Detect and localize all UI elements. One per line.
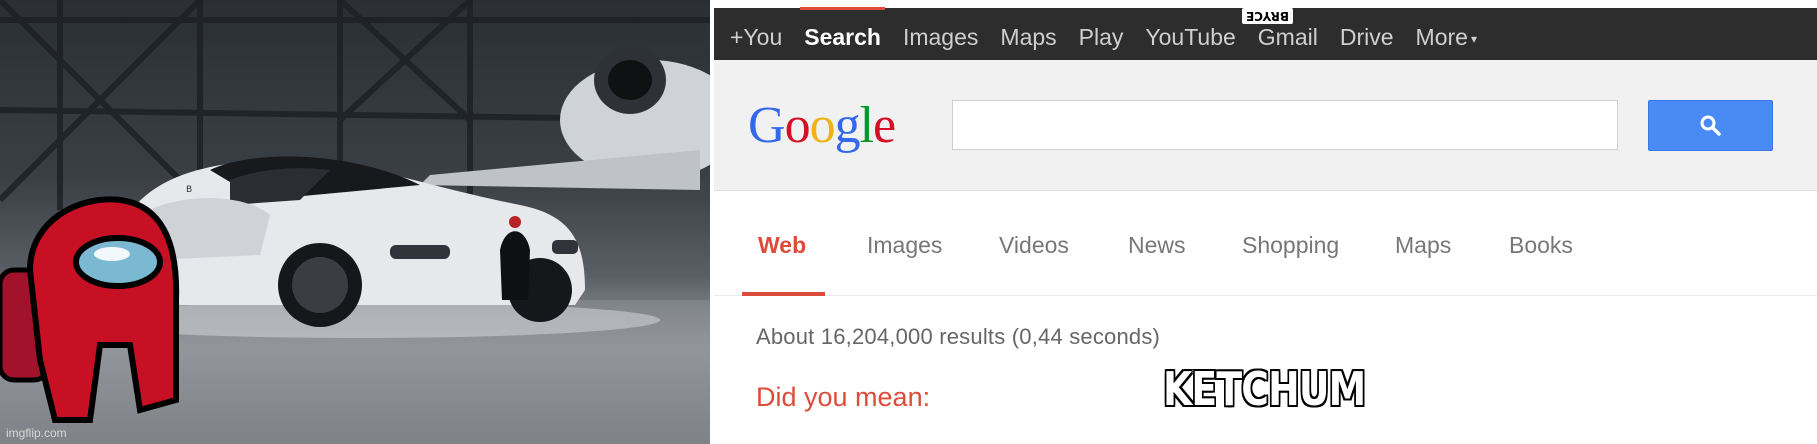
logo-letter: o [784, 97, 811, 154]
logo-letter: e [873, 97, 896, 154]
search-button[interactable] [1648, 100, 1773, 151]
tab-shopping[interactable]: Shopping [1242, 232, 1339, 259]
tab-news[interactable]: News [1128, 232, 1186, 259]
top-nav-gmail[interactable]: Gmail [1258, 24, 1318, 51]
top-nav: +You Search Images Maps Play YouTube Gma… [730, 7, 1477, 51]
top-nav-youtube[interactable]: YouTube [1145, 24, 1235, 51]
logo-letter: l [859, 97, 874, 154]
tab-maps[interactable]: Maps [1395, 232, 1451, 259]
top-nav-search[interactable]: Search [800, 7, 885, 51]
car-photo: B imgflip.com [0, 0, 710, 444]
top-nav-play[interactable]: Play [1079, 24, 1124, 51]
tab-web[interactable]: Web [758, 232, 806, 259]
did-you-mean-label: Did you mean: [756, 382, 931, 412]
tab-images[interactable]: Images [867, 232, 942, 259]
active-tab-indicator [742, 292, 825, 296]
top-nav-images[interactable]: Images [903, 24, 978, 51]
top-nav-maps[interactable]: Maps [1000, 24, 1056, 51]
imgflip-watermark: imgflip.com [6, 426, 67, 440]
google-top-bar: +You Search Images Maps Play YouTube Gma… [714, 4, 1817, 60]
logo-letter: g [834, 97, 861, 154]
logo-letter: o [809, 97, 836, 154]
hangar-scene-illustration: B [0, 0, 710, 444]
top-nav-more[interactable]: More ▾ [1416, 24, 1477, 51]
google-logo[interactable]: Google [748, 96, 896, 155]
search-tabs: Web Images Videos News Shopping Maps Boo… [714, 192, 1817, 296]
name-sticker: BRYCE [1242, 8, 1293, 24]
logo-letter: G [748, 97, 786, 154]
result-stats: About 16,204,000 results (0,44 seconds) [756, 324, 1161, 349]
car-badge-label: B [186, 185, 192, 195]
search-icon [1700, 115, 1721, 136]
chevron-down-icon: ▾ [1470, 31, 1477, 46]
top-nav-more-label: More [1415, 24, 1468, 50]
did-you-mean-suggestion[interactable]: KETCHUM [1163, 362, 1366, 416]
tab-videos[interactable]: Videos [999, 232, 1069, 259]
top-nav-drive[interactable]: Drive [1340, 24, 1394, 51]
tab-books[interactable]: Books [1509, 232, 1573, 259]
search-header: Google [714, 60, 1817, 191]
search-input[interactable] [952, 100, 1618, 150]
top-nav-you[interactable]: +You [730, 24, 782, 51]
